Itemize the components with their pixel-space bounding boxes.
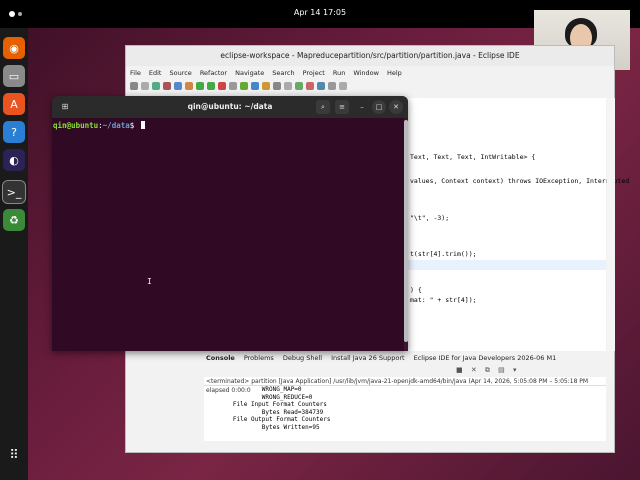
code-line: ) {: [410, 286, 422, 294]
close-icon[interactable]: ✕: [389, 100, 403, 114]
toolbar-button-icon[interactable]: [163, 82, 171, 90]
console-line: File Output Format Counters: [204, 416, 335, 423]
view-tab-4[interactable]: Eclipse IDE for Java Developers 2026-06 …: [414, 354, 557, 362]
toolbar-button-icon[interactable]: [240, 82, 248, 90]
view-tab-1[interactable]: Problems: [244, 354, 274, 362]
toolbar-button-icon[interactable]: [339, 82, 347, 90]
menu-source[interactable]: Source: [169, 69, 191, 77]
toolbar-button-icon[interactable]: [262, 82, 270, 90]
menu-file[interactable]: File: [130, 69, 141, 77]
help-icon[interactable]: ?: [3, 121, 25, 143]
toolbar-button-icon[interactable]: [218, 82, 226, 90]
toolbar-button-icon[interactable]: [273, 82, 281, 90]
scrollbar-thumb[interactable]: [404, 120, 408, 342]
menu-refactor[interactable]: Refactor: [200, 69, 227, 77]
terminal-header: ⊞ qin@ubuntu: ~/data ⌕ ≡ – □ ✕: [52, 96, 408, 118]
toolbar-button-icon[interactable]: [317, 82, 325, 90]
console-line: Bytes Read=384739: [204, 408, 324, 416]
menu-window[interactable]: Window: [353, 69, 379, 77]
eclipse-icon[interactable]: ◐: [3, 149, 25, 171]
console-terminated-line: <terminated> partition [Java Application…: [204, 377, 606, 394]
code-editor[interactable]: Text, Text, Text, IntWritable> { values, …: [408, 98, 629, 351]
code-line: values, Context context) throws IOExcept…: [410, 177, 630, 185]
console-toolbar-icons[interactable]: ■ ✕ ⧉ ▤ ▾: [456, 366, 520, 375]
menu-project[interactable]: Project: [303, 69, 325, 77]
code-line: Text, Text, Text, IntWritable> {: [410, 153, 536, 161]
code-line: mat: " + str[4]);: [410, 296, 477, 304]
terminal-body[interactable]: qin@ubuntu:~/data$: [52, 118, 408, 130]
toolbar-button-icon[interactable]: [185, 82, 193, 90]
minimize-icon[interactable]: –: [355, 100, 369, 114]
console-line: Bytes Written=95: [204, 423, 320, 431]
toolbar-button-icon[interactable]: [328, 82, 336, 90]
toolbar-button-icon[interactable]: [207, 82, 215, 90]
eclipse-menu-bar: File Edit Source Refactor Navigate Search Proj…: [126, 66, 614, 79]
toolbar-button-icon[interactable]: [284, 82, 292, 90]
mouse-ibeam-icon: I: [147, 277, 152, 286]
show-apps-icon[interactable]: ⠿: [5, 448, 23, 466]
search-icon[interactable]: ⌕: [316, 100, 330, 114]
console-line: File Input Format Counters: [204, 401, 331, 408]
editor-side-toolbar: [607, 98, 615, 351]
terminal-window[interactable]: ⊞ qin@ubuntu: ~/data ⌕ ≡ – □ ✕ qin@ubunt…: [52, 96, 408, 351]
toolbar-button-icon[interactable]: [130, 82, 138, 90]
eclipse-toolbar: [126, 79, 614, 93]
view-tab-3[interactable]: Install Java 26 Support: [331, 354, 404, 362]
text-cursor: [140, 121, 145, 129]
view-tab-2[interactable]: Debug Shell: [283, 354, 322, 362]
console-output[interactable]: <terminated> partition [Java Application…: [204, 377, 606, 441]
software-icon[interactable]: A: [3, 93, 25, 115]
toolbar-button-icon[interactable]: [152, 82, 160, 90]
menu-navigate[interactable]: Navigate: [235, 69, 264, 77]
dock: ⠿ ◉ ▭ A? ◐ >_ ♻: [0, 28, 28, 480]
prompt-end: $: [129, 121, 139, 130]
code-line: t(str[4].trim());: [410, 250, 477, 258]
toolbar-button-icon[interactable]: [141, 82, 149, 90]
terminal-icon[interactable]: >_: [2, 180, 26, 204]
eclipse-title: eclipse-workspace - Mapreducepartition/s…: [126, 46, 614, 66]
current-line-highlight: [408, 260, 606, 270]
files-icon[interactable]: ▭: [3, 65, 25, 87]
menu-icon[interactable]: ≡: [335, 100, 349, 114]
menu-help[interactable]: Help: [387, 69, 402, 77]
prompt-path: ~/data: [102, 121, 130, 130]
terminal-scrollbar[interactable]: [404, 118, 408, 351]
toolbar-button-icon[interactable]: [306, 82, 314, 90]
console-line: WRONG_MAP=0: [204, 386, 302, 393]
toolbar-button-icon[interactable]: [251, 82, 259, 90]
maximize-icon[interactable]: □: [372, 100, 386, 114]
toolbar-button-icon[interactable]: [174, 82, 182, 90]
view-tab-0[interactable]: Console: [206, 354, 235, 362]
views-tab-bar: Console Problems Debug Shell Install Java 2…: [204, 351, 606, 365]
console-line: WRONG_REDUCE=0: [204, 393, 313, 401]
menu-edit[interactable]: Edit: [149, 69, 162, 77]
code-line: "\t", -3);: [410, 214, 450, 222]
firefox-icon[interactable]: ◉: [3, 37, 25, 59]
menu-run[interactable]: Run: [333, 69, 345, 77]
toolbar-button-icon[interactable]: [196, 82, 204, 90]
toolbar-button-icon[interactable]: [295, 82, 303, 90]
toolbar-button-icon[interactable]: [229, 82, 237, 90]
prompt-user: qin@ubuntu: [53, 121, 99, 130]
menu-search[interactable]: Search: [272, 69, 294, 77]
trash-icon[interactable]: ♻: [3, 209, 25, 231]
